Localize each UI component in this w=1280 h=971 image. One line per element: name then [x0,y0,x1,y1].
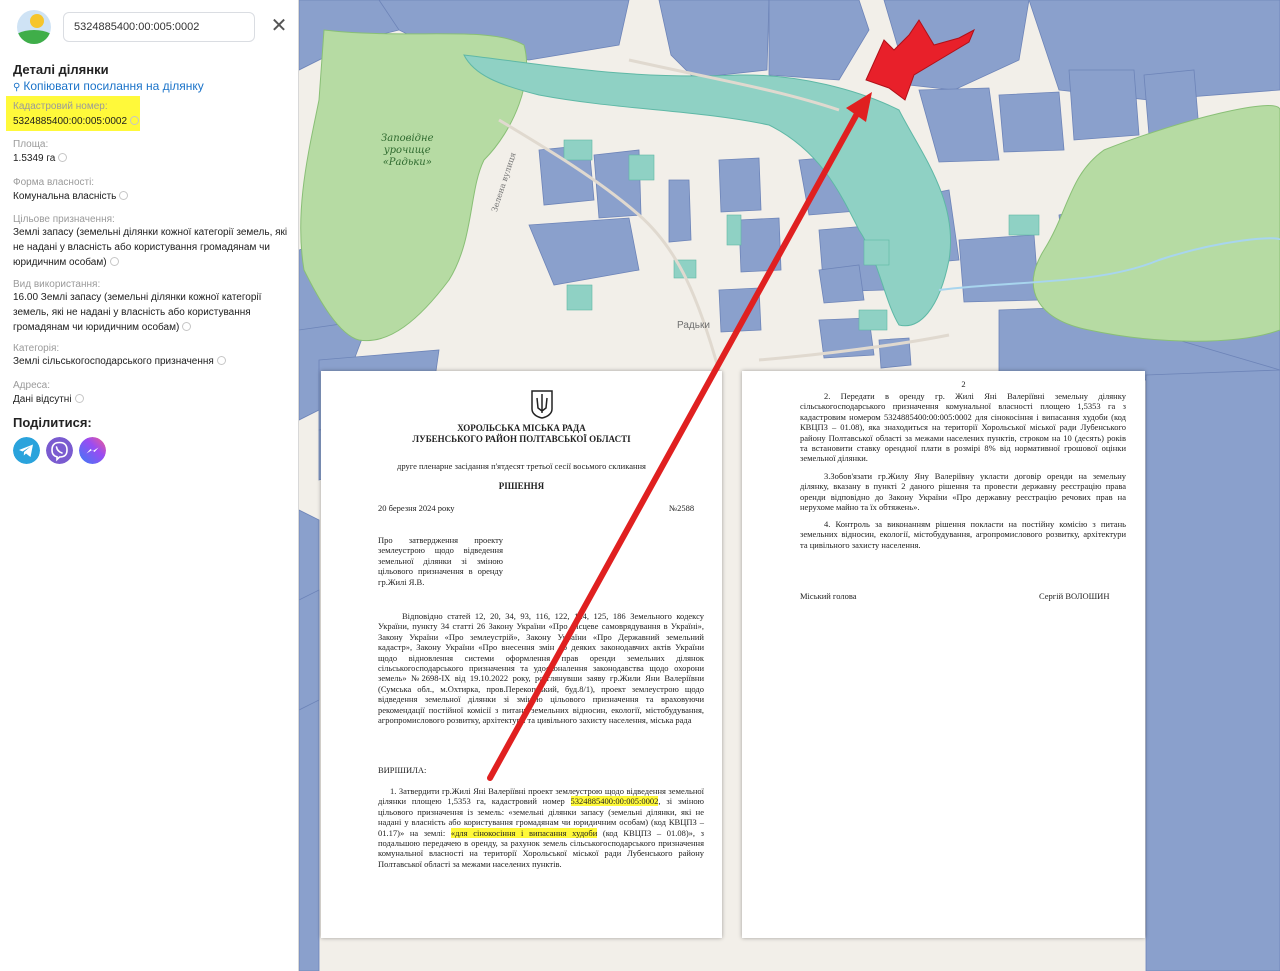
decision-item-2: 2. Передати в оренду гр. Жилі Яні Валері… [800,391,1126,464]
usage-value: 16.00 Землі запасу (земельні ділянки кож… [13,292,262,333]
coat-of-arms-icon [531,390,553,419]
viber-icon[interactable] [46,437,73,464]
decision-item-4: 4. Контроль за виконанням рішення поклас… [800,519,1126,550]
decision-preamble: Відповідно статей 12, 20, 34, 93, 116, 1… [378,611,704,726]
decision-number: №2588 [669,503,695,513]
purpose-label: Цільове призначення: [13,214,115,225]
info-icon[interactable] [216,356,226,365]
ownership-label: Форма власності: [13,177,95,188]
session-line: друге пленарне засідання п'ятдесят треть… [397,461,646,471]
decision-heading: РІШЕННЯ [498,481,545,491]
info-icon[interactable] [130,116,140,125]
search-input[interactable] [63,12,255,42]
village-label: Радьки [677,320,710,331]
council-line-1: ХОРОЛЬСЬКА МІСЬКА РАДА [457,423,586,433]
address-label: Адреса: [13,380,50,391]
document-page-2: 2 2. Передати в оренду гр. Жилі Яні Вале… [742,371,1145,938]
messenger-icon[interactable] [79,437,106,464]
category-value: Землі сільськогосподарського призначення [13,354,288,369]
info-icon[interactable] [119,191,129,200]
app-logo[interactable] [17,10,51,44]
ownership-value: Комунальна власність [13,189,288,204]
usage-label: Вид використання: [13,279,101,290]
area-label: Площа: [13,139,49,150]
details-title: Деталі ділянки [13,62,109,77]
logo-sun [30,14,44,28]
info-icon[interactable] [109,257,119,266]
category-label: Категорія: [13,343,60,354]
info-icon[interactable] [74,394,84,403]
copy-link-button[interactable]: ⚲ Копіювати посилання на ділянку [13,79,204,93]
area-value: 1.5349 га [13,151,288,166]
telegram-icon[interactable] [13,437,40,464]
purpose-value: Землі запасу (земельні ділянки кожної ка… [13,227,288,268]
cadastral-value[interactable]: 5324885400:00:005:0002 [13,114,288,129]
address-value: Дані відсутні [13,392,288,407]
decision-item-3: 3.Зобов'язати гр.Жилу Яну Валеріївну укл… [800,471,1126,513]
resolved-heading: ВИРІШИЛА: [378,765,427,775]
usage-highlight: «для сінокосіння і випасання худоби [450,827,598,838]
signer-title: Міський голова [800,591,857,601]
page-number: 2 [961,379,966,389]
info-icon[interactable] [58,153,68,162]
decision-subject: Про затвердження проекту землеустрою щод… [378,535,503,587]
sidebar: ✕ Деталі ділянки ⚲Копіювати посилання на… [0,0,299,971]
decision-date: 20 березня 2024 року [378,503,455,513]
cadastral-number-highlight: 5324885400:00:005:0002 [570,796,659,807]
logo-hill [17,30,51,44]
cadastral-label: Кадастровий номер: [13,101,108,112]
copy-link-label: Копіювати посилання на ділянку [23,79,204,93]
decision-item-1: 1. Затвердити гр.Жилі Яні Валеріївні про… [378,786,705,869]
signer-name: Сергій ВОЛОШИН [1039,591,1110,601]
share-title: Поділитися: [13,415,92,430]
council-line-2: ЛУБЕНСЬКОГО РАЙОН ПОЛТАВСЬКОЇ ОБЛАСТІ [412,434,631,444]
tract-label: Заповідне урочище «Радьки» [381,133,434,168]
document-page-1: ХОРОЛЬСЬКА МІСЬКА РАДА ЛУБЕНСЬКОГО РАЙОН… [321,371,722,938]
close-icon[interactable]: ✕ [270,15,288,37]
link-icon: ⚲ [13,82,21,93]
info-icon[interactable] [182,322,192,331]
